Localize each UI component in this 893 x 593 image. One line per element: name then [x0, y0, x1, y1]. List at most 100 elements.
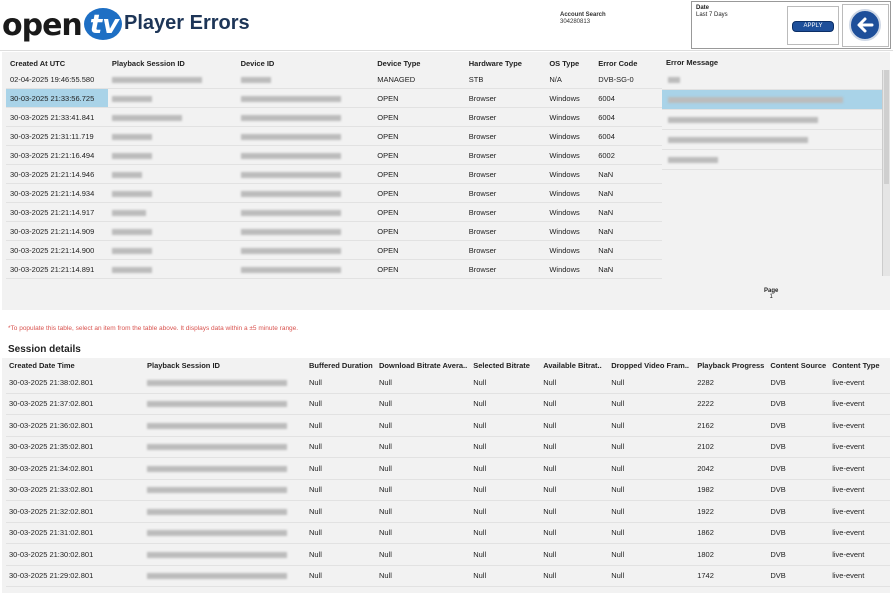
col-dropped-frames[interactable]: Dropped Video Fram.. — [608, 358, 694, 372]
download-bitrate-cell: Null — [376, 479, 471, 501]
error-row[interactable]: 30-03-2025 21:21:14.917 OPEN Browser Window… — [6, 202, 662, 222]
col-download-bitrate[interactable]: Download Bitrate Avera.. — [376, 358, 470, 372]
col-created[interactable]: Created At UTC — [6, 56, 108, 70]
col-session[interactable]: Playback Session ID — [108, 56, 237, 70]
hardware-type-cell: Browser — [464, 259, 546, 279]
playback-session-cell — [144, 372, 306, 394]
redacted-value — [240, 266, 341, 273]
error-message-cell[interactable] — [662, 110, 884, 130]
device-type-cell: OPEN — [373, 107, 465, 127]
created-date-cell: 30-03-2025 21:33:02.801 — [6, 479, 144, 501]
created-cell: 02-04-2025 19:46:55.580 — [6, 70, 108, 89]
device-id-cell — [236, 240, 374, 260]
col-content-type[interactable]: Content Type — [829, 358, 890, 372]
apply-button[interactable]: APPLY — [792, 21, 834, 32]
col-content-source[interactable]: Content Source — [767, 358, 829, 372]
error-message-cell[interactable] — [662, 130, 884, 150]
redacted-value — [147, 530, 287, 537]
created-date-cell: 30-03-2025 21:31:02.801 — [6, 522, 144, 544]
session-header-row: Created Date Time Playback Session ID Bu… — [6, 358, 890, 372]
content-source-cell: DVB — [767, 543, 830, 566]
session-row[interactable]: 30-03-2025 21:30:02.801 Null Null Null Null N… — [6, 543, 890, 566]
device-type-cell: OPEN — [373, 221, 465, 241]
error-code-cell: 6002 — [594, 145, 662, 165]
playback-session-cell — [144, 565, 306, 587]
col-playback-session[interactable]: Playback Session ID — [144, 358, 306, 372]
content-type-cell: live-event — [829, 457, 890, 480]
available-bitrate-cell: Null — [540, 522, 609, 544]
redacted-value — [147, 508, 287, 515]
error-row[interactable]: 30-03-2025 21:31:11.719 OPEN Browser Window… — [6, 126, 662, 146]
session-row[interactable]: 30-03-2025 21:33:02.801 Null Null Null Null N… — [6, 479, 890, 501]
error-row[interactable]: 30-03-2025 21:21:14.934 OPEN Browser Window… — [6, 183, 662, 203]
session-row[interactable]: 30-03-2025 21:29:02.801 Null Null Null Null N… — [6, 565, 890, 587]
error-message-cell[interactable] — [662, 70, 884, 90]
buffered-cell: Null — [306, 436, 376, 458]
hardware-type-cell: Browser — [464, 240, 546, 260]
col-error-code[interactable]: Error Code — [594, 56, 662, 70]
session-row[interactable]: 30-03-2025 21:31:02.801 Null Null Null Null N… — [6, 522, 890, 544]
back-button[interactable] — [849, 9, 881, 41]
error-row[interactable]: 30-03-2025 21:21:14.891 OPEN Browser Window… — [6, 259, 662, 279]
account-search[interactable]: Account Search 304280813 — [560, 12, 606, 26]
date-value[interactable]: Last 7 Days — [696, 12, 728, 18]
col-device-type[interactable]: Device Type — [373, 56, 465, 70]
playback-session-cell — [144, 414, 306, 437]
session-row[interactable]: 30-03-2025 21:34:02.801 Null Null Null Null N… — [6, 457, 890, 480]
buffered-cell: Null — [306, 500, 376, 523]
col-playback-progress[interactable]: Playback Progress — [694, 358, 767, 372]
error-row[interactable]: 30-03-2025 21:21:14.900 OPEN Browser Window… — [6, 240, 662, 260]
created-cell: 30-03-2025 21:21:14.917 — [6, 202, 108, 222]
error-row[interactable]: 02-04-2025 19:46:55.580 MANAGED STB N/A DVB-… — [6, 70, 662, 89]
redacted-value — [111, 114, 182, 121]
col-error-message[interactable]: Error Message — [662, 56, 884, 70]
buffered-cell: Null — [306, 543, 376, 566]
playback-session-cell — [144, 522, 306, 544]
errors-scrollbar[interactable] — [882, 70, 890, 276]
dropped-frames-cell: Null — [608, 565, 695, 587]
redacted-value — [111, 209, 146, 216]
col-available-bitrate[interactable]: Available Bitrat.. — [540, 358, 608, 372]
col-selected-bitrate[interactable]: Selected Bitrate — [470, 358, 540, 372]
error-code-cell: NaN — [594, 221, 662, 241]
download-bitrate-cell: Null — [376, 522, 471, 544]
error-message-cell[interactable] — [662, 90, 884, 110]
os-type-cell: Windows — [545, 126, 595, 146]
error-row[interactable]: 30-03-2025 21:33:56.725 OPEN Browser Window… — [6, 88, 662, 108]
session-row[interactable]: 30-03-2025 21:37:02.801 Null Null Null Null N… — [6, 393, 890, 415]
session-row[interactable]: 30-03-2025 21:32:02.801 Null Null Null Null N… — [6, 500, 890, 523]
account-search-value[interactable]: 304280813 — [560, 19, 590, 25]
os-type-cell: Windows — [545, 259, 595, 279]
error-row[interactable]: 30-03-2025 21:21:16.494 OPEN Browser Window… — [6, 145, 662, 165]
col-hardware[interactable]: Hardware Type — [465, 56, 546, 70]
redacted-value — [240, 209, 341, 216]
hardware-type-cell: Browser — [464, 88, 546, 108]
session-details-title: Session details — [8, 344, 81, 355]
device-id-cell — [236, 221, 374, 241]
dropped-frames-cell: Null — [608, 414, 695, 437]
date-filter[interactable]: Date Last 7 Days APPLY — [691, 1, 891, 49]
session-row[interactable]: 30-03-2025 21:35:02.801 Null Null Null Null N… — [6, 436, 890, 458]
col-created-date-time[interactable]: Created Date Time — [6, 358, 144, 372]
available-bitrate-cell: Null — [540, 457, 609, 480]
device-id-cell — [236, 107, 374, 127]
opentv-logo: open tv — [2, 6, 126, 44]
error-row[interactable]: 30-03-2025 21:33:41.841 OPEN Browser Window… — [6, 107, 662, 127]
error-code-cell: 6004 — [594, 88, 662, 108]
created-cell: 30-03-2025 21:33:41.841 — [6, 107, 108, 127]
col-os[interactable]: OS Type — [545, 56, 594, 70]
page-number[interactable]: 1 — [764, 294, 778, 300]
available-bitrate-cell: Null — [540, 393, 609, 415]
pager[interactable]: Page 1 — [764, 288, 778, 300]
device-id-cell — [236, 88, 374, 108]
col-device[interactable]: Device ID — [237, 56, 374, 70]
error-row[interactable]: 30-03-2025 21:21:14.909 OPEN Browser Window… — [6, 221, 662, 241]
selected-bitrate-cell: Null — [470, 414, 541, 437]
col-buffered[interactable]: Buffered Duration — [306, 358, 376, 372]
error-message-cell[interactable] — [662, 150, 884, 170]
session-row[interactable]: 30-03-2025 21:36:02.801 Null Null Null Null N… — [6, 414, 890, 437]
available-bitrate-cell: Null — [540, 414, 609, 437]
error-row[interactable]: 30-03-2025 21:21:14.946 OPEN Browser Window… — [6, 164, 662, 184]
redacted-value — [147, 487, 287, 494]
session-row[interactable]: 30-03-2025 21:38:02.801 Null Null Null Null N… — [6, 372, 890, 394]
